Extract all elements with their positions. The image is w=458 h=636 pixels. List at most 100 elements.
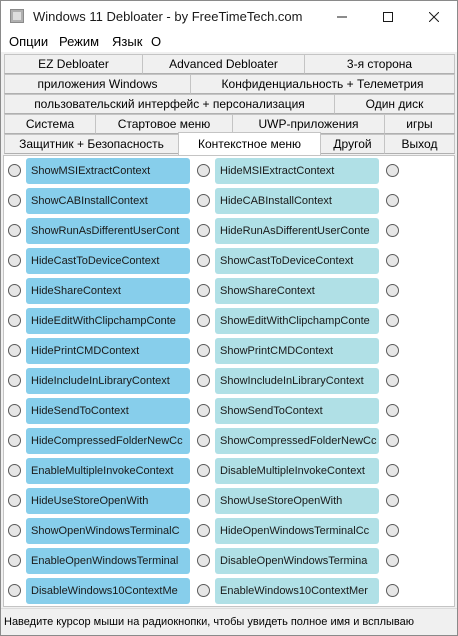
tab-uwp-apps[interactable]: UWP-приложения [232, 114, 385, 134]
option-button-right[interactable]: ShowIncludeInLibraryContext [215, 368, 379, 394]
tab-privacy-telemetry[interactable]: Конфиденциальность + Телеметрия [190, 74, 455, 94]
option-button-left[interactable]: ShowMSIExtractContext [26, 158, 190, 184]
option-radio-left[interactable] [8, 344, 21, 357]
option-radio-right[interactable] [197, 404, 210, 417]
option-button-left[interactable]: DisableWindows10ContextMe [26, 578, 190, 604]
option-button-right[interactable]: ShowSendToContext [215, 398, 379, 424]
option-button-right[interactable]: ShowUseStoreOpenWith [215, 488, 379, 514]
menu-options[interactable]: Опции [9, 34, 48, 49]
option-button-right[interactable]: ShowEditWithClipchampConte [215, 308, 379, 334]
option-radio-left[interactable] [8, 434, 21, 447]
option-button-right[interactable]: ShowPrintCMDContext [215, 338, 379, 364]
tab-third-party[interactable]: 3-я сторона [304, 54, 455, 74]
option-button-left[interactable]: HideCompressedFolderNewCc [26, 428, 190, 454]
option-radio-extra[interactable] [386, 374, 399, 387]
tab-defender-security[interactable]: Защитник + Безопасность [4, 134, 179, 154]
option-button-right[interactable]: ShowCompressedFolderNewCc [215, 428, 379, 454]
option-button-right[interactable]: HideMSIExtractContext [215, 158, 379, 184]
option-button-left[interactable]: HideShareContext [26, 278, 190, 304]
option-button-right[interactable]: ShowCastToDeviceContext [215, 248, 379, 274]
option-button-left[interactable]: EnableMultipleInvokeContext [26, 458, 190, 484]
option-radio-left[interactable] [8, 584, 21, 597]
option-radio-left[interactable] [8, 494, 21, 507]
option-button-right[interactable]: HideCABInstallContext [215, 188, 379, 214]
tab-onedrive[interactable]: Один диск [334, 94, 455, 114]
option-radio-left[interactable] [8, 164, 21, 177]
option-radio-left[interactable] [8, 224, 21, 237]
option-radio-extra[interactable] [386, 464, 399, 477]
option-button-left[interactable]: ShowOpenWindowsTerminalC [26, 518, 190, 544]
option-radio-extra[interactable] [386, 524, 399, 537]
option-button-left[interactable]: HideCastToDeviceContext [26, 248, 190, 274]
menu-mode[interactable]: Режим [59, 34, 99, 49]
option-radio-right[interactable] [197, 224, 210, 237]
option-radio-right[interactable] [197, 164, 210, 177]
option-radio-left[interactable] [8, 254, 21, 267]
option-row: HideIncludeInLibraryContext ShowIncludeIn… [4, 368, 454, 394]
option-button-right[interactable]: ShowShareContext [215, 278, 379, 304]
option-button-left[interactable]: HideEditWithClipchampConte [26, 308, 190, 334]
menu-language[interactable]: Язык [112, 34, 142, 49]
tab-windows-apps[interactable]: приложения Windows [4, 74, 191, 94]
tab-other[interactable]: Другой [320, 134, 385, 154]
option-radio-extra[interactable] [386, 284, 399, 297]
tab-context-menu[interactable]: Контекстное меню [178, 132, 321, 155]
option-button-right[interactable]: DisableOpenWindowsTermina [215, 548, 379, 574]
option-button-right[interactable]: HideOpenWindowsTerminalCc [215, 518, 379, 544]
option-radio-right[interactable] [197, 584, 210, 597]
option-radio-left[interactable] [8, 464, 21, 477]
option-button-right[interactable]: DisableMultipleInvokeContext [215, 458, 379, 484]
option-radio-extra[interactable] [386, 344, 399, 357]
option-radio-extra[interactable] [386, 194, 399, 207]
option-button-left[interactable]: HideSendToContext [26, 398, 190, 424]
option-radio-left[interactable] [8, 284, 21, 297]
option-radio-left[interactable] [8, 374, 21, 387]
option-radio-left[interactable] [8, 404, 21, 417]
tab-system[interactable]: Система [4, 114, 96, 134]
option-radio-right[interactable] [197, 494, 210, 507]
tab-advanced-debloater[interactable]: Advanced Debloater [142, 54, 305, 74]
tab-exit[interactable]: Выход [384, 134, 455, 154]
option-radio-extra[interactable] [386, 224, 399, 237]
option-radio-left[interactable] [8, 314, 21, 327]
menu-about[interactable]: О [151, 34, 161, 49]
option-radio-left[interactable] [8, 554, 21, 567]
minimize-button[interactable] [319, 1, 365, 32]
option-button-right[interactable]: EnableWindows10ContextMer [215, 578, 379, 604]
option-radio-right[interactable] [197, 434, 210, 447]
option-button-left[interactable]: ShowCABInstallContext [26, 188, 190, 214]
option-radio-right[interactable] [197, 344, 210, 357]
option-radio-extra[interactable] [386, 404, 399, 417]
tab-start-menu[interactable]: Стартовое меню [95, 114, 233, 134]
option-button-left[interactable]: ShowRunAsDifferentUserCont [26, 218, 190, 244]
option-radio-extra[interactable] [386, 434, 399, 447]
option-radio-right[interactable] [197, 524, 210, 537]
option-radio-left[interactable] [8, 194, 21, 207]
option-row: HideEditWithClipchampConte ShowEditWithCl… [4, 308, 454, 334]
option-radio-right[interactable] [197, 284, 210, 297]
option-radio-extra[interactable] [386, 314, 399, 327]
option-button-right[interactable]: HideRunAsDifferentUserConte [215, 218, 379, 244]
option-radio-right[interactable] [197, 194, 210, 207]
option-button-left[interactable]: HideIncludeInLibraryContext [26, 368, 190, 394]
option-radio-extra[interactable] [386, 584, 399, 597]
option-radio-extra[interactable] [386, 494, 399, 507]
option-radio-extra[interactable] [386, 254, 399, 267]
close-button[interactable] [411, 1, 457, 32]
option-radio-right[interactable] [197, 554, 210, 567]
option-radio-right[interactable] [197, 314, 210, 327]
option-radio-left[interactable] [8, 524, 21, 537]
tab-games[interactable]: игры [384, 114, 455, 134]
option-radio-right[interactable] [197, 374, 210, 387]
title-bar[interactable]: Windows 11 Debloater - by FreeTimeTech.c… [1, 1, 457, 32]
tab-ui-personalization[interactable]: пользовательский интерфейс + персонализа… [4, 94, 335, 114]
maximize-button[interactable] [365, 1, 411, 32]
option-radio-extra[interactable] [386, 554, 399, 567]
option-radio-extra[interactable] [386, 164, 399, 177]
option-radio-right[interactable] [197, 464, 210, 477]
option-radio-right[interactable] [197, 254, 210, 267]
option-button-left[interactable]: HidePrintCMDContext [26, 338, 190, 364]
tab-ez-debloater[interactable]: EZ Debloater [4, 54, 143, 74]
option-button-left[interactable]: EnableOpenWindowsTerminal [26, 548, 190, 574]
option-button-left[interactable]: HideUseStoreOpenWith [26, 488, 190, 514]
